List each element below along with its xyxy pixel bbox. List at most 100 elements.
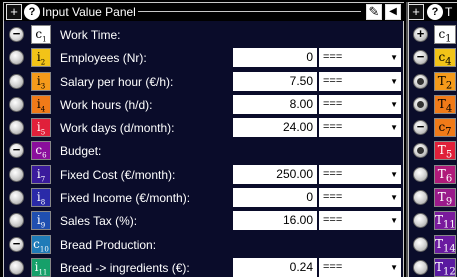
symbol-subscript: 4 <box>445 103 453 115</box>
side-help-glyph: ? <box>431 6 439 18</box>
operator-select[interactable]: === ▼ <box>319 71 401 91</box>
operator-value: === <box>323 97 343 110</box>
select-radio[interactable] <box>9 190 24 206</box>
symbol-subscript: 5 <box>445 149 453 161</box>
select-radio[interactable] <box>413 190 428 206</box>
parameter-row: i9 Sales Tax (%): 16.00 === ▼ <box>4 209 403 232</box>
operator-select[interactable]: === ▼ <box>319 188 401 208</box>
select-radio[interactable] <box>413 166 428 182</box>
symbol-letter: T <box>435 259 444 274</box>
variable-symbol: i9 <box>31 211 51 231</box>
collapse-group-button[interactable]: − <box>9 27 24 42</box>
parameter-row: i8 Fixed Income (€/month): 0 === ▼ <box>4 186 403 209</box>
row-label: Fixed Income (€/month): <box>60 191 191 206</box>
select-radio[interactable] <box>413 259 428 275</box>
operator-select[interactable]: === ▼ <box>319 164 401 184</box>
select-radio[interactable] <box>9 96 24 112</box>
value-input[interactable]: 16.00 <box>233 211 317 231</box>
row-label: Work Time: <box>60 28 121 42</box>
operator-select[interactable]: === ▼ <box>319 94 401 114</box>
symbol-subscript: 5 <box>40 128 46 137</box>
variable-symbol: c4 <box>434 48 456 68</box>
symbol-letter: T <box>437 166 446 181</box>
edit-pencil-button[interactable]: ✎ <box>366 4 382 20</box>
value-input[interactable]: 7.50 <box>233 71 317 91</box>
operator-value: === <box>323 260 343 273</box>
variable-symbol: T9 <box>434 188 456 207</box>
select-radio[interactable] <box>9 120 24 136</box>
operator-select[interactable]: === ▼ <box>319 211 401 231</box>
chevron-down-icon[interactable]: ▼ <box>390 211 398 230</box>
select-radio-checked[interactable] <box>413 73 428 89</box>
select-radio[interactable] <box>9 259 24 275</box>
operator-select[interactable]: === ▼ <box>319 48 401 68</box>
group-row: − c6 Budget: <box>4 139 403 162</box>
help-icon[interactable]: ? <box>24 4 40 20</box>
chevron-down-icon[interactable]: ▼ <box>390 165 398 184</box>
select-radio[interactable] <box>413 236 428 252</box>
value-input[interactable]: 0 <box>233 188 317 208</box>
chevron-down-icon[interactable]: ▼ <box>390 258 398 277</box>
variable-symbol: T5 <box>434 141 456 161</box>
variable-symbol: c1 <box>434 25 456 44</box>
parameter-row: i11 Bread -> ingredients (€): 0.24 === ▼ <box>4 256 403 277</box>
select-radio[interactable] <box>9 213 24 229</box>
value-input[interactable]: 0.24 <box>233 257 317 277</box>
select-radio[interactable] <box>9 73 24 89</box>
side-add-button[interactable]: + <box>408 4 424 20</box>
symbol-subscript: 4 <box>445 56 452 68</box>
side-help-icon[interactable]: ? <box>427 4 443 20</box>
row-label: Bread Production: <box>60 237 157 252</box>
symbol-subscript: 3 <box>40 81 46 90</box>
variable-symbol: T11 <box>434 211 456 231</box>
select-radio-checked[interactable] <box>413 143 428 159</box>
collapse-group-button[interactable]: − <box>413 120 428 136</box>
help-glyph: ? <box>28 6 36 18</box>
side-row: T14 <box>409 233 457 256</box>
side-panel-title: T <box>445 5 455 19</box>
variable-symbol: T14 <box>434 234 456 254</box>
symbol-subscript: 6 <box>445 173 453 185</box>
operator-value: === <box>323 51 343 64</box>
chevron-down-icon[interactable]: ▼ <box>390 118 398 137</box>
collapse-group-button[interactable]: − <box>9 143 24 159</box>
variable-symbol: i8 <box>31 188 51 208</box>
symbol-subscript: 11 <box>443 219 456 231</box>
select-radio-checked[interactable] <box>413 96 428 112</box>
chevron-down-icon[interactable]: ▼ <box>390 48 398 67</box>
side-panel-title-bar: + ? T <box>408 3 457 21</box>
variable-symbol: T6 <box>434 164 456 185</box>
variable-symbol: i7 <box>31 164 51 184</box>
symbol-subscript: 1 <box>445 33 452 45</box>
value-input[interactable]: 250.00 <box>233 164 317 184</box>
parameter-row: i5 Work days (d/month): 24.00 === ▼ <box>4 116 403 139</box>
symbol-subscript: 2 <box>445 79 453 91</box>
select-radio[interactable] <box>413 213 428 229</box>
select-radio[interactable] <box>9 166 24 182</box>
collapse-arrow-button[interactable]: ◀ <box>385 4 401 20</box>
operator-select[interactable]: === ▼ <box>319 118 401 138</box>
value-input[interactable]: 24.00 <box>233 118 317 138</box>
variable-symbol: T4 <box>434 94 456 115</box>
value-input[interactable]: 0 <box>233 48 317 68</box>
row-label: Sales Tax (%): <box>60 214 138 229</box>
side-panel: + ? T + c1− c4 T2 T4− c7 T5 T6 T9 T11 T14 T12 <box>408 2 457 277</box>
row-label: Salary per hour (€/h): <box>60 74 174 89</box>
select-radio[interactable] <box>9 50 24 66</box>
add-panel-button[interactable]: + <box>6 4 22 20</box>
operator-select[interactable]: === ▼ <box>319 257 401 277</box>
collapse-group-button[interactable]: − <box>413 50 428 66</box>
expand-group-button[interactable]: + <box>413 27 428 42</box>
variable-symbol: i11 <box>31 257 51 277</box>
value-input[interactable]: 8.00 <box>233 94 317 114</box>
side-row: T4 <box>409 93 457 116</box>
chevron-down-icon[interactable]: ▼ <box>390 95 398 114</box>
symbol-letter: T <box>437 143 446 158</box>
side-row: T12 <box>409 256 457 277</box>
symbol-subscript: 4 <box>40 105 46 114</box>
chevron-down-icon[interactable]: ▼ <box>390 188 398 207</box>
row-label: Work hours (h/d): <box>60 97 153 112</box>
chevron-down-icon[interactable]: ▼ <box>390 72 398 91</box>
variable-symbol: T2 <box>434 71 456 91</box>
collapse-group-button[interactable]: − <box>9 236 24 252</box>
